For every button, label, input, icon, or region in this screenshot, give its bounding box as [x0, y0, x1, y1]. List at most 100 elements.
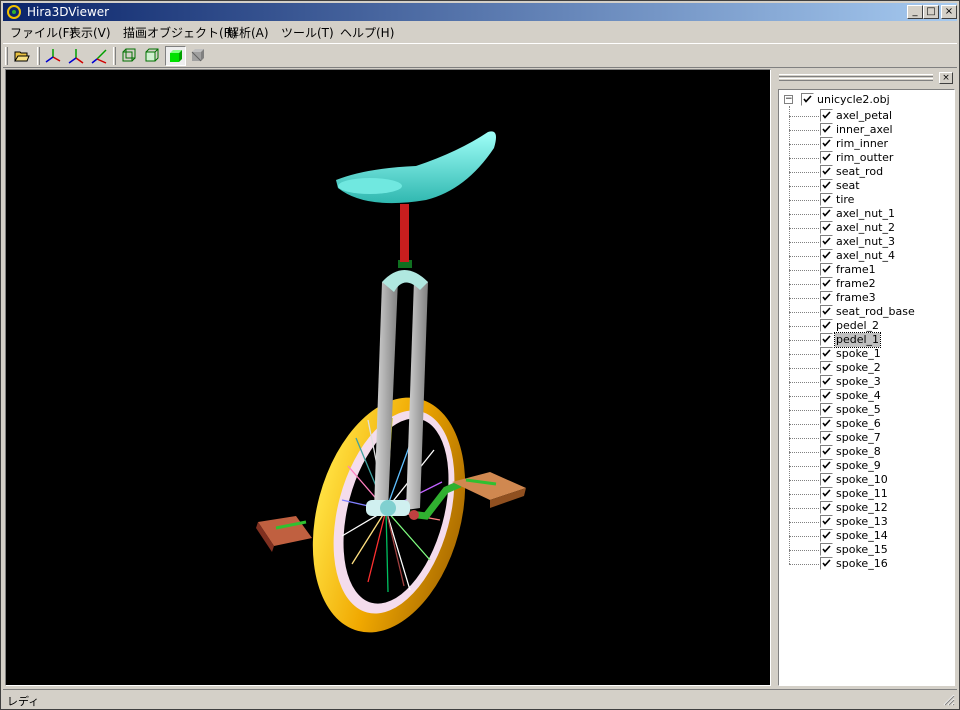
tree-item-checkbox[interactable] — [820, 431, 833, 444]
tree-item-checkbox[interactable] — [820, 277, 833, 290]
tree-item-checkbox[interactable] — [820, 459, 833, 472]
checkmark-icon — [822, 349, 831, 357]
menu-tools[interactable]: ツール(T) — [281, 24, 334, 41]
tree-item-label[interactable]: spoke_13 — [835, 515, 889, 529]
tree-item-checkbox[interactable] — [820, 263, 833, 276]
close-button[interactable]: × — [941, 5, 957, 19]
tree-item-label[interactable]: spoke_10 — [835, 473, 889, 487]
tree-item-label[interactable]: pedel_2 — [835, 319, 880, 333]
tree-item-label[interactable]: spoke_7 — [835, 431, 882, 445]
tree-item-checkbox[interactable] — [820, 123, 833, 136]
tree-item-label[interactable]: spoke_16 — [835, 557, 889, 571]
3d-viewport[interactable] — [5, 69, 771, 686]
tree-item-checkbox[interactable] — [820, 473, 833, 486]
object-tree[interactable]: − unicycle2.obj axel_petal inner_axel rim_… — [778, 89, 955, 686]
tree-root-label[interactable]: unicycle2.obj — [816, 93, 891, 107]
minimize-button[interactable]: _ — [907, 5, 923, 19]
tree-item-checkbox[interactable] — [820, 207, 833, 220]
tree-item-checkbox[interactable] — [820, 557, 833, 570]
textured-button[interactable] — [188, 46, 209, 66]
tree-item-label[interactable]: pedel_1 — [833, 332, 882, 348]
collapse-icon[interactable]: − — [784, 95, 793, 104]
app-icon — [7, 5, 21, 19]
tree-item-label[interactable]: spoke_3 — [835, 375, 882, 389]
tree-item-checkbox[interactable] — [820, 543, 833, 556]
menu-view[interactable]: 表示(V) — [69, 24, 111, 41]
tree-item-checkbox[interactable] — [820, 403, 833, 416]
tree-item-checkbox[interactable] — [820, 361, 833, 374]
toolbar-grip[interactable] — [5, 47, 8, 65]
tree-item-label[interactable]: rim_outter — [835, 151, 894, 165]
root-checkbox[interactable] — [801, 93, 814, 106]
maximize-button[interactable]: □ — [923, 5, 939, 19]
tree-item-label[interactable]: spoke_1 — [835, 347, 882, 361]
tree-item-label[interactable]: axel_nut_2 — [835, 221, 896, 235]
panel-grip[interactable] — [779, 74, 933, 77]
tree-item-label[interactable]: spoke_5 — [835, 403, 882, 417]
view-xz-button[interactable] — [89, 46, 110, 66]
menu-analysis[interactable]: 解析(A) — [227, 24, 269, 41]
tree-item-checkbox[interactable] — [820, 529, 833, 542]
tree-item-label[interactable]: spoke_12 — [835, 501, 889, 515]
panel-splitter[interactable] — [771, 69, 775, 686]
tree-item-label[interactable]: spoke_8 — [835, 445, 882, 459]
title-bar[interactable]: Hira3DViewer _ □ × — [3, 3, 957, 21]
tree-item-checkbox[interactable] — [820, 305, 833, 318]
tree-item-checkbox[interactable] — [820, 291, 833, 304]
tree-item-label[interactable]: seat_rod_base — [835, 305, 916, 319]
tree-item-label[interactable]: spoke_6 — [835, 417, 882, 431]
tree-item-checkbox[interactable] — [820, 389, 833, 402]
tree-item-label[interactable]: frame1 — [835, 263, 877, 277]
tree-item-label[interactable]: axel_petal — [835, 109, 893, 123]
tree-item-checkbox[interactable] — [820, 179, 833, 192]
tree-item-label[interactable]: axel_nut_3 — [835, 235, 896, 249]
tree-item-label[interactable]: spoke_15 — [835, 543, 889, 557]
tree-item-label[interactable]: inner_axel — [835, 123, 894, 137]
hidden-line-button[interactable] — [142, 46, 163, 66]
solid-shaded-button[interactable] — [165, 46, 186, 66]
wireframe-button[interactable] — [119, 46, 140, 66]
panel-grip[interactable] — [779, 78, 933, 81]
panel-close-button[interactable]: × — [939, 72, 953, 84]
menu-draw-object[interactable]: 描画オブジェクト(R) — [123, 24, 237, 41]
tree-item-label[interactable]: spoke_11 — [835, 487, 889, 501]
tree-item-label[interactable]: frame3 — [835, 291, 877, 305]
tree-item-checkbox[interactable] — [820, 487, 833, 500]
view-xyz-button[interactable] — [43, 46, 64, 66]
tree-item-checkbox[interactable] — [820, 249, 833, 262]
tree-item-checkbox[interactable] — [820, 375, 833, 388]
tree-item-checkbox[interactable] — [820, 235, 833, 248]
resize-grip-icon[interactable] — [943, 694, 955, 706]
tree-item-checkbox[interactable] — [820, 137, 833, 150]
tree-item-label[interactable]: spoke_14 — [835, 529, 889, 543]
status-bar: レディ — [3, 689, 957, 708]
tree-item-label[interactable]: seat_rod — [835, 165, 884, 179]
tree-item-checkbox[interactable] — [820, 109, 833, 122]
tree-connector-line — [789, 298, 819, 299]
tree-item-label[interactable]: axel_nut_1 — [835, 207, 896, 221]
tree-item-checkbox[interactable] — [820, 193, 833, 206]
tree-item-checkbox[interactable] — [820, 501, 833, 514]
tree-item-label[interactable]: axel_nut_4 — [835, 249, 896, 263]
view-xy-button[interactable] — [66, 46, 87, 66]
open-file-button[interactable] — [12, 46, 33, 66]
tree-item-label[interactable]: spoke_2 — [835, 361, 882, 375]
tree-item-label[interactable]: frame2 — [835, 277, 877, 291]
tree-item-label[interactable]: seat — [835, 179, 861, 193]
tree-item-checkbox[interactable] — [820, 417, 833, 430]
tree-item-label[interactable]: rim_inner — [835, 137, 889, 151]
checkmark-icon — [822, 475, 831, 483]
tree-item-checkbox[interactable] — [820, 333, 833, 346]
tree-item-label[interactable]: tire — [835, 193, 855, 207]
menu-help[interactable]: ヘルプ(H) — [340, 24, 394, 41]
tree-item-checkbox[interactable] — [820, 221, 833, 234]
tree-item-checkbox[interactable] — [820, 165, 833, 178]
tree-item-checkbox[interactable] — [820, 319, 833, 332]
tree-item-checkbox[interactable] — [820, 515, 833, 528]
tree-item-label[interactable]: spoke_4 — [835, 389, 882, 403]
tree-item-checkbox[interactable] — [820, 151, 833, 164]
menu-file[interactable]: ファイル(F) — [10, 24, 74, 41]
tree-item-checkbox[interactable] — [820, 445, 833, 458]
tree-item-checkbox[interactable] — [820, 347, 833, 360]
tree-item-label[interactable]: spoke_9 — [835, 459, 882, 473]
